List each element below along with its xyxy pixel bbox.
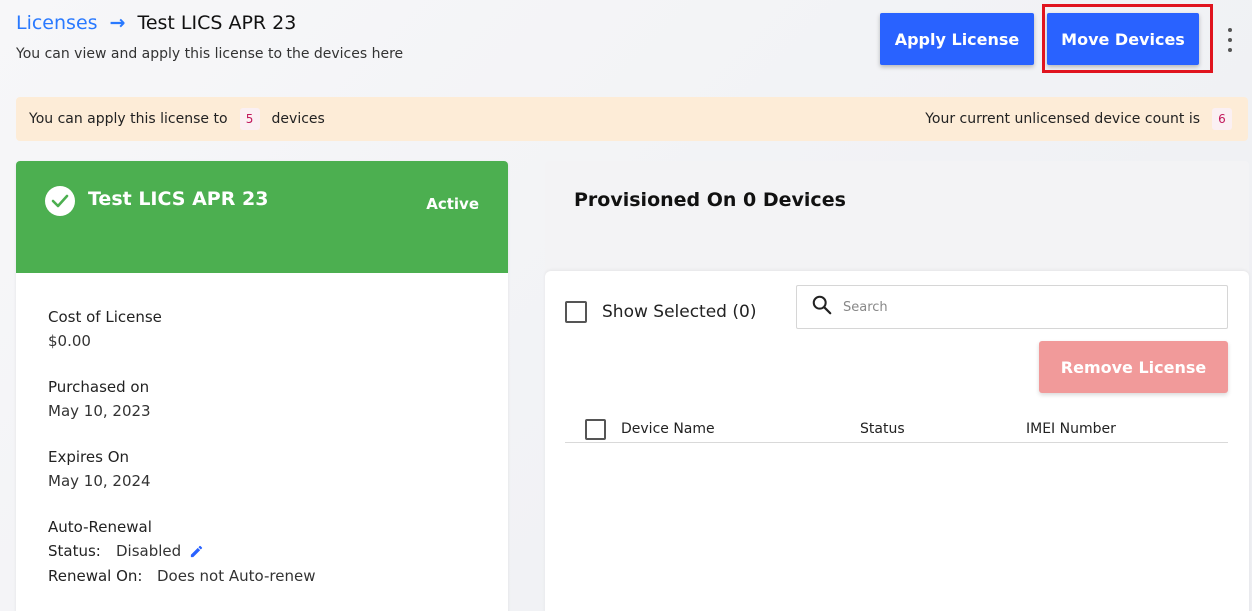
purchased-label: Purchased on	[48, 378, 150, 396]
show-selected-checkbox[interactable]	[565, 301, 587, 323]
provisioned-devices-title: Provisioned On 0 Devices	[574, 189, 846, 211]
apply-license-button[interactable]: Apply License	[880, 13, 1034, 65]
license-info-banner: You can apply this license to 5 devices …	[16, 97, 1248, 141]
page-title: Test LICS APR 23	[137, 12, 297, 34]
renewal-status-row: Status: Disabled	[48, 539, 476, 564]
license-name: Test LICS APR 23	[88, 188, 269, 210]
remove-license-button[interactable]: Remove License	[1039, 341, 1228, 393]
column-status[interactable]: Status	[860, 421, 905, 437]
apply-count-badge: 5	[239, 108, 260, 130]
purchased-field: Purchased on May 10, 2023	[48, 375, 476, 423]
show-selected-toggle[interactable]: Show Selected (0)	[565, 301, 756, 323]
expires-field: Expires On May 10, 2024	[48, 445, 476, 493]
column-device-name[interactable]: Device Name	[621, 421, 715, 437]
license-status: Active	[426, 195, 479, 213]
more-options-icon[interactable]	[1220, 28, 1240, 52]
expires-label: Expires On	[48, 448, 130, 466]
devices-table-card: Show Selected (0) Remove License Device …	[545, 271, 1249, 611]
move-devices-button[interactable]: Move Devices	[1047, 13, 1199, 65]
page-subtitle: You can view and apply this license to t…	[16, 46, 404, 62]
search-icon	[811, 294, 833, 320]
apply-count-prefix: You can apply this license to	[29, 111, 228, 127]
auto-renewal-field: Auto-Renewal Status: Disabled Renewal On…	[48, 515, 476, 589]
breadcrumb: Licenses → Test LICS APR 23	[16, 10, 296, 36]
search-input[interactable]	[843, 299, 1223, 315]
cost-label: Cost of License	[48, 308, 162, 326]
apply-count-text: You can apply this license to 5 devices	[29, 108, 325, 130]
arrow-right-icon: →	[109, 12, 126, 34]
renewal-status-key: Status:	[48, 542, 101, 560]
unlicensed-count-text: Your current unlicensed device count is …	[925, 108, 1232, 130]
pencil-icon[interactable]	[189, 544, 204, 559]
renewal-on-row: Renewal On: Does not Auto-renew	[48, 564, 476, 589]
show-selected-label: Show Selected (0)	[602, 302, 757, 322]
search-field[interactable]	[796, 285, 1228, 329]
renewal-status-value: Disabled	[116, 542, 182, 560]
select-all-checkbox[interactable]	[585, 419, 606, 440]
cost-value: $0.00	[48, 332, 91, 350]
cost-field: Cost of License $0.00	[48, 305, 476, 353]
column-imei-number[interactable]: IMEI Number	[1026, 421, 1116, 437]
unlicensed-count-label: Your current unlicensed device count is	[925, 111, 1200, 127]
auto-renewal-label: Auto-Renewal	[48, 518, 152, 536]
renewal-on-key: Renewal On:	[48, 567, 143, 585]
license-card: Test LICS APR 23 Active Cost of License …	[16, 161, 508, 611]
purchased-value: May 10, 2023	[48, 402, 151, 420]
devices-panel: Provisioned On 0 Devices Show Selected (…	[545, 161, 1249, 611]
license-card-header: Test LICS APR 23 Active	[16, 161, 508, 273]
renewal-on-value: Does not Auto-renew	[157, 567, 316, 585]
devices-table-header: Device Name Status IMEI Number	[565, 417, 1228, 443]
unlicensed-count-badge: 6	[1212, 108, 1232, 130]
check-circle-icon	[45, 186, 75, 216]
breadcrumb-licenses-link[interactable]: Licenses	[16, 12, 98, 34]
expires-value: May 10, 2024	[48, 472, 151, 490]
apply-count-suffix: devices	[271, 111, 325, 127]
license-details: Cost of License $0.00 Purchased on May 1…	[16, 273, 508, 589]
